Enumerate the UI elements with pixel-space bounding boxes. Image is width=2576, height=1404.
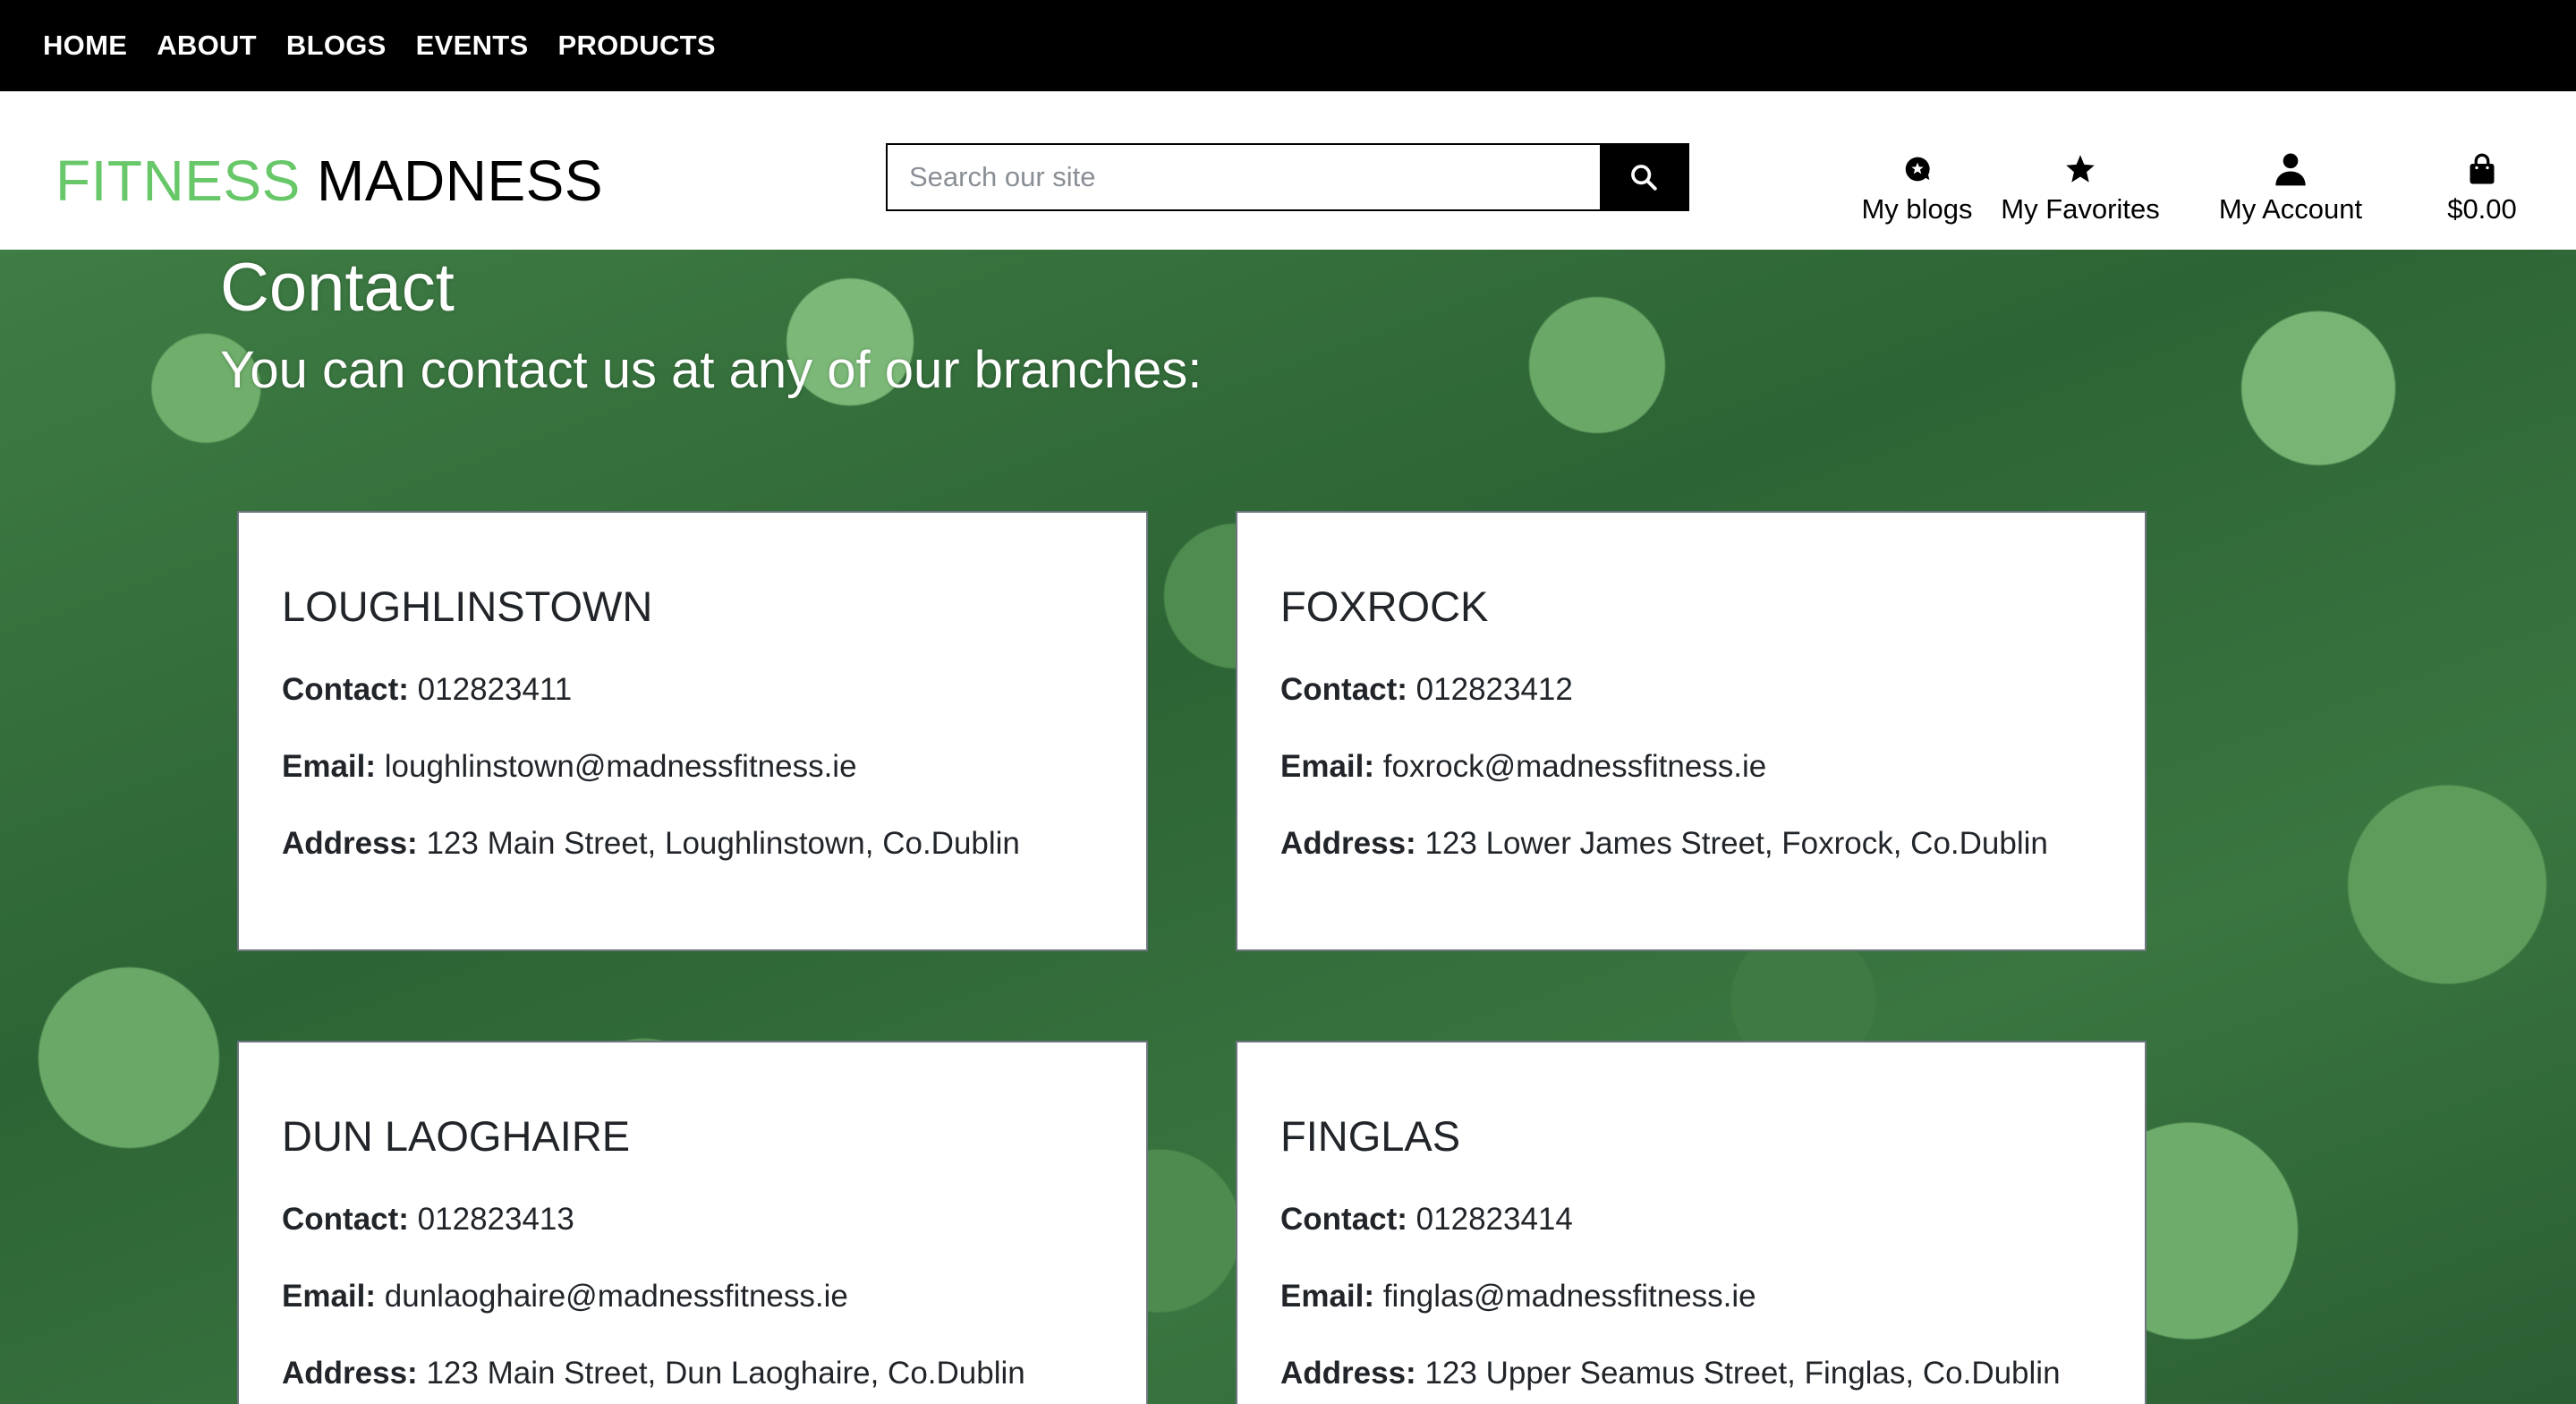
cart-link[interactable]: $0.00 [2436, 150, 2529, 225]
shopping-bag-icon [2470, 153, 2495, 184]
star-icon [2066, 155, 2095, 183]
search-button[interactable] [1600, 145, 1688, 209]
site-logo[interactable]: FITNESS MADNESS [55, 147, 603, 215]
email-value: finglas@madnessfitness.ie [1382, 1279, 1756, 1314]
blog-bubble-icon [1905, 157, 1930, 182]
contact-section: Contact You can contact us at any of our… [0, 250, 2576, 1404]
my-account-link[interactable]: My Account [2210, 150, 2371, 225]
cart-total: $0.00 [2447, 193, 2517, 225]
nav-events[interactable]: EVENTS [416, 30, 529, 62]
email-value: foxrock@madnessfitness.ie [1382, 749, 1767, 784]
address-label: Address: [1280, 1356, 1416, 1391]
search-bar [886, 143, 1689, 211]
branch-card-loughlinstown: LOUGHLINSTOWN Contact: 012823411 Email: … [237, 511, 1148, 951]
contact-label: Contact: [282, 672, 409, 707]
address-value: 123 Main Street, Dun Laoghaire, Co.Dubli… [426, 1356, 1025, 1391]
email-value: dunlaoghaire@madnessfitness.ie [384, 1279, 848, 1314]
branch-contact: Contact: 012823412 [1280, 672, 2102, 708]
branch-name: LOUGHLINSTOWN [282, 583, 653, 630]
address-label: Address: [282, 1356, 418, 1391]
email-label: Email: [282, 749, 377, 784]
page-title: Contact [220, 250, 455, 326]
nav-blogs[interactable]: BLOGS [286, 30, 387, 62]
branch-contact: Contact: 012823413 [282, 1202, 1103, 1238]
address-label: Address: [282, 826, 418, 861]
top-nav: HOME ABOUT BLOGS EVENTS PRODUCTS [0, 0, 2576, 91]
my-account-label: My Account [2218, 193, 2363, 225]
contact-value: 012823414 [1416, 1202, 1573, 1237]
user-icon [2275, 153, 2306, 186]
branch-email: Email: finglas@madnessfitness.ie [1280, 1279, 2102, 1315]
branch-email: Email: dunlaoghaire@madnessfitness.ie [282, 1279, 1103, 1315]
address-value: 123 Main Street, Loughlinstown, Co.Dubli… [426, 826, 1020, 861]
logo-madness: MADNESS [317, 149, 604, 213]
page-subtitle: You can contact us at any of our branche… [220, 341, 1203, 399]
address-value: 123 Lower James Street, Foxrock, Co.Dubl… [1424, 826, 2048, 861]
contact-label: Contact: [1280, 1202, 1407, 1237]
my-favorites-link[interactable]: My Favorites [1997, 150, 2164, 225]
address-value: 123 Upper Seamus Street, Finglas, Co.Dub… [1424, 1356, 2061, 1391]
contact-label: Contact: [282, 1202, 409, 1237]
search-icon [1631, 165, 1657, 191]
branch-name: FINGLAS [1280, 1112, 1461, 1160]
branch-address: Address: 123 Upper Seamus Street, Fingla… [1280, 1356, 2102, 1391]
contact-value: 012823413 [417, 1202, 574, 1237]
email-label: Email: [282, 1279, 377, 1314]
my-favorites-label: My Favorites [2001, 193, 2160, 225]
search-input[interactable] [888, 145, 1600, 209]
email-label: Email: [1280, 749, 1375, 784]
nav-products[interactable]: PRODUCTS [558, 30, 716, 62]
branch-card-dun-laoghaire: DUN LAOGHAIRE Contact: 012823413 Email: … [237, 1041, 1148, 1404]
branch-email: Email: foxrock@madnessfitness.ie [1280, 749, 2102, 785]
logo-fitness: FITNESS [55, 149, 301, 213]
branch-address: Address: 123 Lower James Street, Foxrock… [1280, 826, 2102, 862]
branch-card-foxrock: FOXROCK Contact: 012823412 Email: foxroc… [1236, 511, 2147, 951]
my-blogs-link[interactable]: My blogs [1857, 150, 1977, 225]
branch-name: DUN LAOGHAIRE [282, 1112, 631, 1160]
email-value: loughlinstown@madnessfitness.ie [384, 749, 857, 784]
branch-contact: Contact: 012823414 [1280, 1202, 2102, 1238]
email-label: Email: [1280, 1279, 1375, 1314]
branch-card-finglas: FINGLAS Contact: 012823414 Email: fingla… [1236, 1041, 2147, 1404]
branch-name: FOXROCK [1280, 583, 1489, 630]
branch-address: Address: 123 Main Street, Dun Laoghaire,… [282, 1356, 1103, 1391]
branch-email: Email: loughlinstown@madnessfitness.ie [282, 749, 1103, 785]
nav-about[interactable]: ABOUT [157, 30, 257, 62]
nav-home[interactable]: HOME [43, 30, 127, 62]
branch-contact: Contact: 012823411 [282, 672, 1103, 708]
contact-value: 012823412 [1416, 672, 1573, 707]
branch-address: Address: 123 Main Street, Loughlinstown,… [282, 826, 1103, 862]
my-blogs-label: My blogs [1861, 193, 1973, 225]
address-label: Address: [1280, 826, 1416, 861]
contact-label: Contact: [1280, 672, 1407, 707]
contact-value: 012823411 [417, 672, 573, 707]
